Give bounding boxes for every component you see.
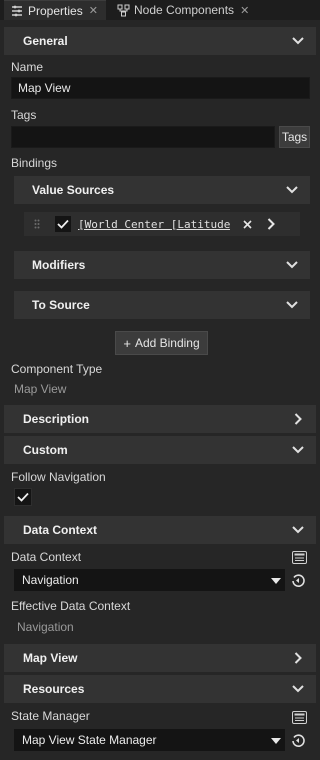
binding-item-label[interactable]: [World Center [Latitude (78, 218, 230, 231)
section-map-view-title: Map View (23, 651, 78, 665)
name-field-value: Map View (18, 81, 71, 95)
section-description-title: Description (23, 412, 90, 426)
component-type-value: Map View (14, 382, 67, 396)
tab-bar: Properties ✕ Node Components ✕ (0, 0, 320, 20)
tab-properties[interactable]: Properties ✕ (4, 0, 106, 20)
follow-navigation-checkbox[interactable] (14, 488, 32, 506)
tab-properties-label: Properties (28, 3, 83, 18)
section-general[interactable]: General (4, 27, 316, 55)
binding-enabled-checkbox[interactable] (54, 215, 72, 233)
plus-icon: + (123, 335, 131, 351)
reset-icon[interactable] (289, 571, 307, 589)
section-general-title: General (23, 34, 68, 48)
add-binding-button[interactable]: + Add Binding (115, 331, 208, 355)
state-manager-dropdown[interactable]: Map View State Manager (14, 729, 285, 751)
data-context-dropdown[interactable]: Navigation (14, 569, 285, 591)
chevron-down-icon (286, 259, 298, 271)
bindings-label: Bindings (11, 156, 58, 170)
section-resources[interactable]: Resources (4, 675, 316, 703)
tab-node-components-label: Node Components (134, 3, 235, 17)
chevron-down-icon (292, 524, 304, 536)
tab-node-components[interactable]: Node Components ✕ (110, 0, 260, 20)
editor-icon[interactable] (290, 548, 308, 566)
section-map-view[interactable]: Map View (4, 644, 316, 672)
subsection-value-sources[interactable]: Value Sources (14, 176, 310, 204)
editor-icon[interactable] (290, 708, 308, 726)
chevron-down-icon (286, 184, 298, 196)
add-binding-label: Add Binding (134, 336, 200, 350)
tags-button-label: Tags (281, 130, 308, 144)
to-source-title: To Source (32, 298, 90, 312)
name-label: Name (11, 60, 44, 74)
state-manager-dropdown-value: Map View State Manager (22, 733, 157, 747)
check-icon (17, 492, 29, 502)
binding-item[interactable]: [World Center [Latitude (24, 212, 300, 236)
state-manager-label: State Manager (11, 709, 90, 723)
effective-data-context-label: Effective Data Context (11, 599, 131, 613)
properties-icon (10, 4, 24, 18)
drag-handle-icon[interactable] (30, 215, 44, 233)
chevron-down-icon (286, 299, 298, 311)
value-sources-title: Value Sources (32, 183, 115, 197)
effective-data-context-value: Navigation (17, 620, 74, 634)
chevron-right-icon[interactable] (262, 215, 280, 233)
subsection-modifiers[interactable]: Modifiers (14, 251, 310, 279)
data-context-label: Data Context (11, 550, 82, 564)
section-data-context[interactable]: Data Context (4, 516, 316, 544)
check-icon (57, 219, 69, 229)
section-description[interactable]: Description (4, 405, 316, 433)
section-data-context-title: Data Context (23, 523, 98, 537)
section-custom[interactable]: Custom (4, 436, 316, 464)
name-field[interactable]: Map View (11, 77, 310, 99)
section-resources-title: Resources (23, 682, 85, 696)
follow-navigation-label: Follow Navigation (11, 470, 106, 484)
reset-icon[interactable] (289, 731, 307, 749)
component-type-label: Component Type (11, 362, 103, 376)
chevron-down-icon (292, 444, 304, 456)
close-icon[interactable]: ✕ (240, 4, 249, 17)
tags-label: Tags (11, 108, 37, 122)
modifiers-title: Modifiers (32, 258, 86, 272)
dropdown-arrow-icon (271, 733, 281, 747)
chevron-down-icon (292, 35, 304, 47)
section-custom-title: Custom (23, 443, 68, 457)
dropdown-arrow-icon (271, 573, 281, 587)
chevron-right-icon (292, 652, 304, 664)
close-icon[interactable]: ✕ (89, 4, 98, 17)
subsection-to-source[interactable]: To Source (14, 291, 310, 319)
node-components-icon (116, 3, 130, 17)
chevron-down-icon (292, 683, 304, 695)
tags-field[interactable] (11, 126, 275, 148)
tags-button[interactable]: Tags (279, 126, 310, 148)
data-context-dropdown-value: Navigation (22, 573, 79, 587)
chevron-right-icon (292, 413, 304, 425)
remove-icon[interactable] (238, 215, 256, 233)
